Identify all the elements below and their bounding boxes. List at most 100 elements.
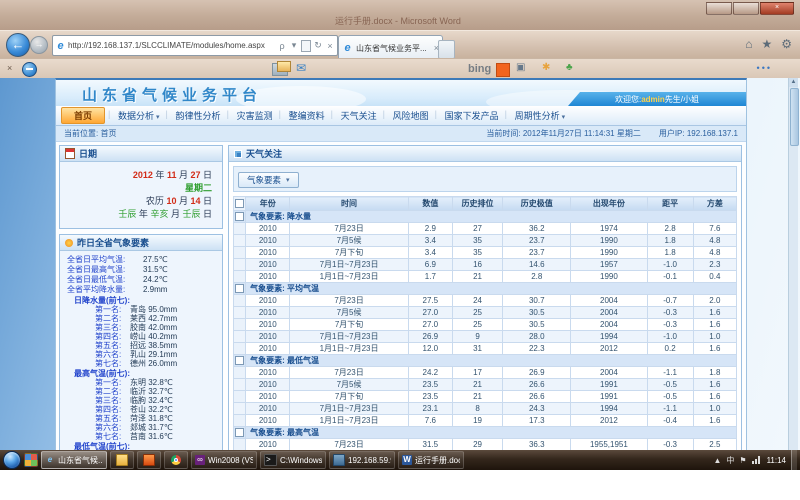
table-row: 20107月5候27.02530.52004-0.31.6 <box>234 307 737 319</box>
nav-item-2[interactable]: 韵律性分析 <box>168 107 229 124</box>
breadcrumb: 当前位置: 首页 <box>64 128 116 139</box>
bing-box-icon[interactable] <box>496 63 510 77</box>
rank-item: 第一名:青岛 95.0mm <box>67 305 220 314</box>
checkbox[interactable] <box>235 212 244 221</box>
maximize-button[interactable] <box>733 2 759 15</box>
remote-icon <box>333 454 345 466</box>
taskbar-button-remote[interactable]: 192.168.59.99... <box>329 451 395 469</box>
checkbox[interactable] <box>235 356 244 365</box>
taskbar-button-folder[interactable] <box>110 451 134 469</box>
rank-item: 第三名:临朐 32.4℃ <box>67 396 220 405</box>
close-button[interactable]: × <box>760 2 794 15</box>
rank-item: 第一名:东明 32.8℃ <box>67 378 220 387</box>
address-bar[interactable]: e http://192.168.137.1/SLCCLIMATE/module… <box>52 35 338 56</box>
new-tab-button[interactable] <box>438 40 455 59</box>
taskbar-button-word[interactable]: W运行手册.docx -... <box>398 451 464 469</box>
date-panel-header: 日期 <box>60 146 222 162</box>
toolbar-close-icon[interactable]: × <box>7 63 12 73</box>
taskbar-button-vs[interactable]: ∞Win2008 (VS2... <box>191 451 257 469</box>
taskbar-clock[interactable]: 11:14 <box>767 456 786 465</box>
nav-item-1[interactable]: 数据分析▾ <box>110 107 168 124</box>
browser-tab[interactable]: e 山东省气候业务平... × <box>338 35 443 60</box>
bing-logo[interactable]: bing <box>468 63 491 75</box>
start-button[interactable] <box>3 451 21 469</box>
nav-item-4[interactable]: 整编资料 <box>281 107 333 124</box>
section-title: 气象要素: 平均气温 <box>246 283 737 295</box>
taskbar-button-media[interactable] <box>137 451 161 469</box>
taskbar-button-cmd[interactable]: >C:\Windows\s... <box>260 451 326 469</box>
calendar-icon <box>65 148 75 159</box>
checkbox[interactable] <box>235 284 244 293</box>
element-filter-button[interactable]: 气象要素 ▾ <box>238 172 299 188</box>
chevron-down-icon[interactable]: ▾ <box>289 40 299 51</box>
metric-item: 全省日平均气温:27.5℃ <box>67 255 220 265</box>
table-row: 20107月5候3.43523.719901.84.8 <box>234 235 737 247</box>
web-page: 山东省气候业务平台 欢迎您: admin 先生/小姐 首页数据分析▾韵律性分析灾… <box>0 78 800 470</box>
column-header: 方差 <box>693 197 736 211</box>
refresh-icon[interactable]: ↻ <box>313 40 323 51</box>
cmd-icon: > <box>264 454 277 466</box>
welcome-text: 欢迎您: <box>615 94 641 105</box>
compatibility-view-icon[interactable] <box>301 40 311 52</box>
nav-item-6[interactable]: 风险地图 <box>385 107 437 124</box>
plant-icon[interactable]: ♣ <box>566 62 573 73</box>
photos-icon[interactable] <box>272 63 288 76</box>
taskbar-button-ie[interactable]: e山东省气候... <box>41 451 107 469</box>
column-header: 年份 <box>246 197 290 211</box>
user-ip: 用户IP: 192.168.137.1 <box>659 128 738 139</box>
quick-launch-icon[interactable] <box>24 453 38 467</box>
section-row[interactable]: 气象要素: 平均气温 <box>234 283 737 295</box>
mail-icon[interactable]: ✉ <box>296 61 306 75</box>
paw-icon[interactable]: ✱ <box>542 62 550 73</box>
scrollbar-thumb[interactable] <box>790 88 799 146</box>
sun-icon <box>65 239 73 247</box>
rank-item: 第四名:苍山 32.2℃ <box>67 405 220 414</box>
rank-section-title: 最高气温(前七): <box>67 369 220 378</box>
favorites-star-icon[interactable]: ★ <box>761 37 772 51</box>
home-icon[interactable]: ⌂ <box>745 37 752 51</box>
table-row: 20107月5候23.52126.61991-0.51.6 <box>234 379 737 391</box>
show-hidden-icons[interactable]: ▲ <box>713 456 721 465</box>
taskbar-button-chrome[interactable] <box>164 451 188 469</box>
section-row[interactable]: 气象要素: 降水量 <box>234 211 737 223</box>
welcome-ribbon: 欢迎您: admin 先生/小姐 <box>568 92 746 106</box>
browser-toolbar: × ✉ bing ▣ ✱ ♣ ••• <box>0 58 800 79</box>
nav-item-3[interactable]: 灾害监测 <box>229 107 281 124</box>
page-scrollbar[interactable]: ▲ ▼ <box>788 78 798 470</box>
camera-icon[interactable]: ▣ <box>516 62 525 73</box>
nav-item-7[interactable]: 国家下发产品 <box>437 107 507 124</box>
url-input[interactable]: http://192.168.137.1/SLCCLIMATE/modules/… <box>68 41 275 50</box>
background-window-titlebar: 运行手册.docx - Microsoft Word × <box>0 0 800 30</box>
action-center-flag-icon[interactable]: ⚑ <box>739 456 746 465</box>
ime-indicator[interactable]: 中 <box>726 455 734 466</box>
welcome-text: admin <box>641 95 665 104</box>
stop-icon[interactable]: × <box>325 41 335 51</box>
search-icon[interactable]: ρ <box>277 41 287 51</box>
section-row[interactable]: 气象要素: 最低气温 <box>234 355 737 367</box>
back-button[interactable]: ← <box>6 33 30 57</box>
toolbar-app-icon[interactable] <box>22 62 37 77</box>
show-desktop-button[interactable] <box>791 450 797 470</box>
table-row: 20107月下旬27.02530.52004-0.31.6 <box>234 319 737 331</box>
checkbox[interactable] <box>235 428 244 437</box>
nav-item-8[interactable]: 周期性分析▾ <box>507 107 574 124</box>
table-row: 20101月1日~7月23日1.7212.81990-0.10.4 <box>234 271 737 283</box>
forward-button[interactable]: → <box>30 36 48 54</box>
network-icon[interactable] <box>752 456 760 464</box>
nav-item-5[interactable]: 天气关注 <box>333 107 385 124</box>
minimize-button[interactable] <box>706 2 732 15</box>
scroll-up-icon[interactable]: ▲ <box>789 78 798 87</box>
rank-item: 第七名:德州 26.0mm <box>67 359 220 368</box>
date-line: 星期二 <box>60 182 212 195</box>
section-row[interactable]: 气象要素: 最高气温 <box>234 427 737 439</box>
chrome-icon <box>171 455 181 465</box>
section-title: 气象要素: 最低气温 <box>246 355 737 367</box>
metric-item: 全省日最高气温:31.5℃ <box>67 265 220 275</box>
current-time: 当前时间: 2012年11月27日 11:14:31 星期二 <box>486 128 640 139</box>
tools-gear-icon[interactable]: ⚙ <box>781 37 792 51</box>
more-options[interactable]: ••• <box>757 63 772 73</box>
nav-item-0[interactable]: 首页 <box>61 107 105 124</box>
checkbox[interactable] <box>235 199 244 208</box>
system-tray: ▲ 中 ⚑ 11:14 <box>713 455 788 466</box>
column-header: 数值 <box>408 197 452 211</box>
